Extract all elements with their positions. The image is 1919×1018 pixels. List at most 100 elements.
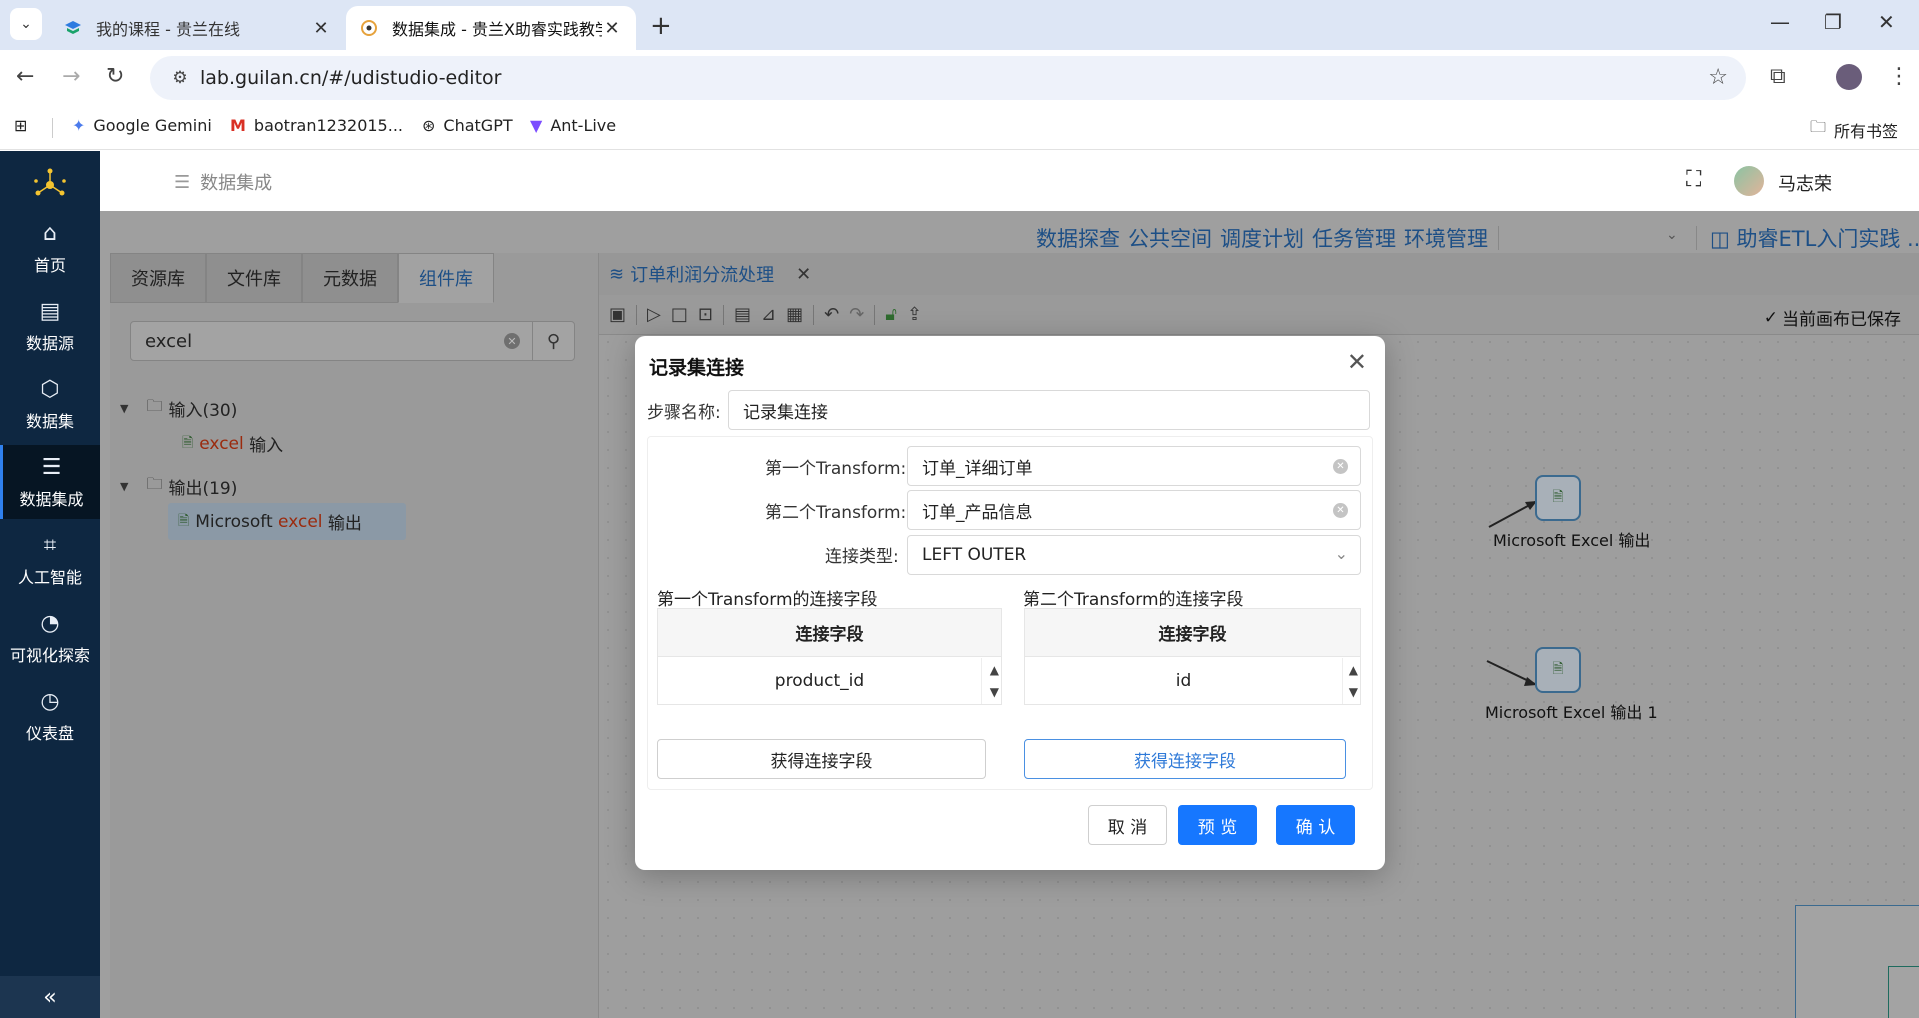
pie-icon: ◔ bbox=[40, 610, 60, 636]
sidebar-item-dataset[interactable]: ⬡ 数据集 bbox=[0, 367, 100, 441]
clear-icon[interactable]: ✕ bbox=[504, 333, 520, 349]
node-label: Microsoft Excel 输出 bbox=[1493, 531, 1651, 550]
clear-icon[interactable]: ✕ bbox=[1333, 459, 1348, 474]
close-tab-icon[interactable]: ✕ bbox=[602, 18, 622, 39]
bookmark-antlive[interactable]: ▼ Ant-Live bbox=[530, 116, 616, 135]
browser-menu-icon[interactable]: ⋮ bbox=[1888, 64, 1910, 89]
bookmark-gmail[interactable]: M baotran1232015... bbox=[230, 116, 403, 135]
chevron-down-icon: ⌄ bbox=[1334, 544, 1348, 563]
omnibox[interactable]: ⚙ lab.guilan.cn/#/udistudio-editor ☆ bbox=[150, 56, 1746, 100]
all-bookmarks-label: 所有书签 bbox=[1834, 121, 1899, 141]
second-transform-select[interactable]: 订单_产品信息 ✕ bbox=[907, 490, 1361, 530]
app-sidebar: ⌂ 首页 ▤ 数据源 ⬡ 数据集 ☰ 数据集成 ⌗ 人工智能 ◔ 可视化探索 ◷… bbox=[0, 151, 100, 1018]
tree-group-output[interactable]: ▼ 🗀 输出(19) bbox=[120, 473, 237, 500]
tree-group-label: 输入(30) bbox=[168, 401, 238, 421]
bookmark-star-icon[interactable]: ☆ bbox=[1708, 65, 1728, 90]
move-down-icon[interactable]: ▼ bbox=[990, 685, 999, 699]
close-window-icon[interactable]: ✕ bbox=[1878, 10, 1895, 34]
cancel-button[interactable]: 取 消 bbox=[1088, 805, 1167, 845]
confirm-button[interactable]: 确 认 bbox=[1276, 805, 1355, 845]
home-icon: ⌂ bbox=[43, 220, 57, 246]
join-type-select[interactable]: LEFT OUTER ⌄ bbox=[907, 535, 1361, 575]
step-name-input[interactable]: 记录集连接 bbox=[728, 390, 1370, 430]
get-right-fields-button[interactable]: 获得连接字段 bbox=[1024, 739, 1346, 779]
component-search: excel ✕ ⚲ bbox=[130, 321, 575, 361]
nav-public-space[interactable]: 公共空间 bbox=[1128, 223, 1212, 253]
search-icon[interactable]: ⚲ bbox=[532, 322, 574, 360]
profile-avatar[interactable] bbox=[1836, 64, 1862, 90]
sidebar-item-label: 数据集 bbox=[25, 411, 74, 431]
tab-search-button[interactable]: ⌄ bbox=[10, 8, 42, 40]
tab-file-library[interactable]: 文件库 bbox=[206, 253, 302, 303]
url-text[interactable]: lab.guilan.cn/#/udistudio-editor bbox=[200, 67, 501, 89]
nav-data-explore[interactable]: 数据探查 bbox=[1036, 223, 1120, 253]
tab-metadata[interactable]: 元数据 bbox=[302, 253, 398, 303]
chevron-down-icon[interactable]: ⌄ bbox=[1666, 227, 1678, 243]
minimize-icon[interactable]: — bbox=[1770, 10, 1790, 34]
tree-item-excel-output[interactable]: 🗎 Microsoft excel 输出 bbox=[168, 503, 406, 540]
panel-tabs: 资源库 文件库 元数据 组件库 bbox=[110, 253, 494, 303]
grid-header: 连接字段 bbox=[1025, 609, 1360, 657]
second-transform-value: 订单_产品信息 bbox=[922, 502, 1033, 523]
left-field-cell[interactable]: product_id bbox=[658, 658, 982, 704]
search-highlight: excel bbox=[199, 433, 244, 454]
module-icon: ☰ bbox=[174, 171, 191, 193]
minimap-viewport[interactable] bbox=[1888, 966, 1919, 1018]
tree-item-excel-input[interactable]: 🗎 excel 输入 bbox=[182, 431, 283, 457]
clear-icon[interactable]: ✕ bbox=[1333, 503, 1348, 518]
reload-icon[interactable]: ↻ bbox=[106, 64, 124, 89]
minimap[interactable] bbox=[1795, 905, 1919, 1018]
fullscreen-icon[interactable]: ⛶ bbox=[1686, 167, 1701, 192]
first-transform-label: 第一个Transform: bbox=[765, 459, 907, 479]
bookmark-label: baotran1232015... bbox=[253, 116, 403, 135]
tab-repository[interactable]: 资源库 bbox=[110, 253, 206, 303]
get-left-fields-button[interactable]: 获得连接字段 bbox=[657, 739, 986, 779]
sidebar-item-ai[interactable]: ⌗ 人工智能 bbox=[0, 523, 100, 597]
tree-item-label: 输出 bbox=[322, 514, 362, 534]
browser-tab-data-integration[interactable]: 数据集成 - 贵兰X助睿实践教学 ✕ bbox=[346, 6, 636, 50]
bookmark-chatgpt[interactable]: ⊛ ChatGPT bbox=[422, 116, 513, 135]
move-down-icon[interactable]: ▼ bbox=[1349, 685, 1358, 699]
project-selector[interactable]: ◫ 助睿ETL入门实践 ... bbox=[1710, 223, 1919, 253]
move-up-icon[interactable]: ▲ bbox=[1349, 663, 1358, 677]
browser-tab-courses[interactable]: 我的课程 - 贵兰在线 ✕ bbox=[50, 6, 345, 50]
close-tab-icon[interactable]: ✕ bbox=[311, 18, 331, 39]
close-icon[interactable]: ✕ bbox=[1347, 348, 1367, 376]
caret-down-icon[interactable]: ▼ bbox=[120, 480, 128, 493]
first-transform-value: 订单_详细订单 bbox=[922, 458, 1033, 479]
sidebar-item-dashboard[interactable]: ◷ 仪表盘 bbox=[0, 679, 100, 753]
collapse-sidebar-button[interactable]: « bbox=[0, 976, 100, 1018]
sidebar-item-visual-explore[interactable]: ◔ 可视化探索 bbox=[0, 601, 100, 675]
nav-schedule[interactable]: 调度计划 bbox=[1220, 223, 1304, 253]
caret-down-icon[interactable]: ▼ bbox=[120, 402, 128, 415]
extensions-icon[interactable]: ⧉ bbox=[1770, 64, 1786, 89]
nav-task-manage[interactable]: 任务管理 bbox=[1312, 223, 1396, 253]
first-transform-select[interactable]: 订单_详细订单 ✕ bbox=[907, 446, 1361, 486]
apps-grid-icon[interactable]: ⊞ bbox=[14, 116, 27, 135]
search-input[interactable]: excel bbox=[131, 331, 504, 352]
sidebar-item-data-integration[interactable]: ☰ 数据集成 bbox=[0, 445, 100, 519]
excel-output-node[interactable]: 🗎 bbox=[1535, 475, 1581, 521]
forward-arrow-icon[interactable]: → bbox=[62, 64, 80, 89]
avatar[interactable] bbox=[1734, 166, 1764, 196]
site-settings-icon[interactable]: ⚙ bbox=[160, 68, 200, 88]
chatgpt-icon: ⊛ bbox=[422, 116, 436, 135]
preview-button[interactable]: 预 览 bbox=[1178, 805, 1257, 845]
tree-group-input[interactable]: ▼ 🗀 输入(30) bbox=[120, 395, 237, 422]
sidebar-item-home[interactable]: ⌂ 首页 bbox=[0, 211, 100, 285]
new-tab-plus-icon[interactable]: + bbox=[650, 11, 672, 41]
user-name[interactable]: 马志荣 bbox=[1778, 170, 1832, 196]
nav-env-manage[interactable]: 环境管理 bbox=[1404, 223, 1488, 253]
sidebar-item-datasource[interactable]: ▤ 数据源 bbox=[0, 289, 100, 363]
bookmark-gemini[interactable]: ✦ Google Gemini bbox=[72, 116, 212, 135]
tab-components[interactable]: 组件库 bbox=[398, 253, 494, 303]
app-logo[interactable] bbox=[30, 165, 70, 205]
app-header: ☰ 数据集成 ⛶ 马志荣 bbox=[100, 151, 1919, 211]
all-bookmarks[interactable]: 🗀 所有书签 bbox=[1810, 116, 1898, 143]
restore-window-icon[interactable]: ❐ bbox=[1824, 10, 1842, 34]
top-nav: 数据探查 公共空间 调度计划 任务管理 环境管理 ⌄ ◫ 助睿ETL入门实践 .… bbox=[100, 223, 1919, 253]
excel-output-node[interactable]: 🗎 bbox=[1535, 647, 1581, 693]
move-up-icon[interactable]: ▲ bbox=[990, 663, 999, 677]
back-arrow-icon[interactable]: ← bbox=[16, 64, 34, 89]
right-field-cell[interactable]: id bbox=[1025, 658, 1343, 704]
